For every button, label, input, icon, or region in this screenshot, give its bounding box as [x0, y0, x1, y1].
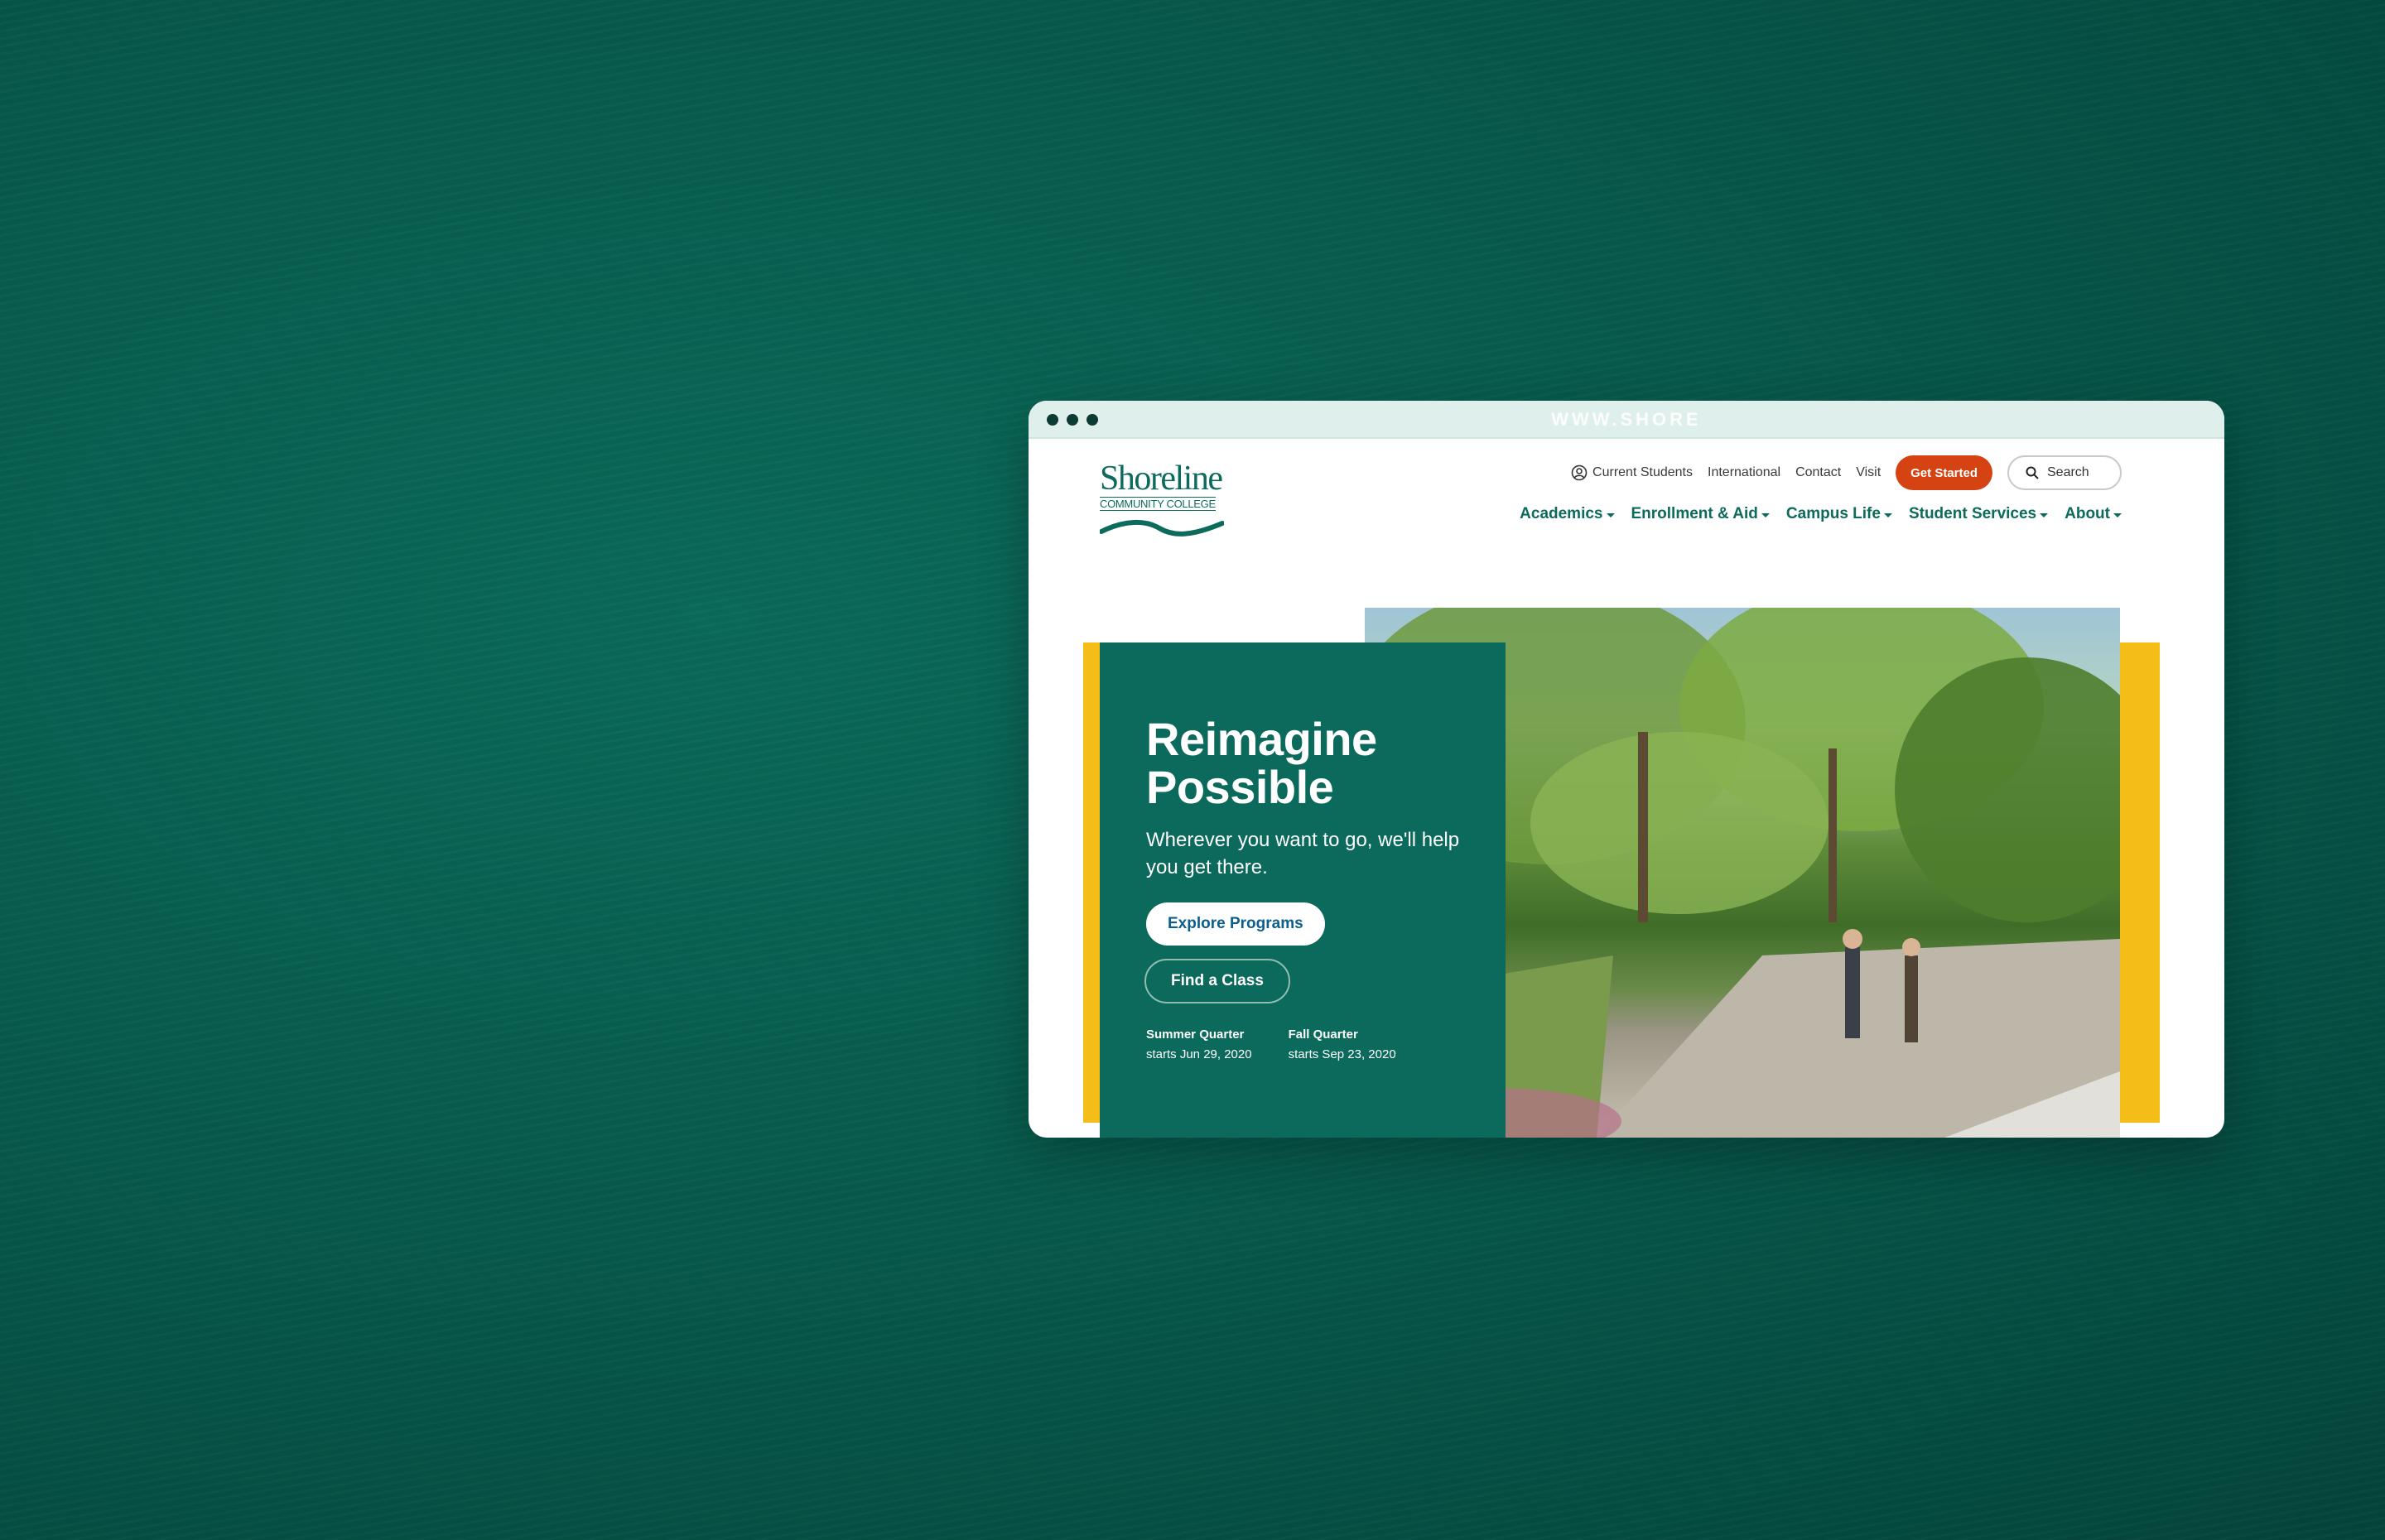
current-students-label: Current Students — [1592, 465, 1693, 479]
international-link[interactable]: International — [1708, 465, 1780, 480]
caret-down-icon — [2113, 513, 2122, 517]
nav-label: Student Services — [1908, 505, 2037, 522]
address-bar-text[interactable]: WWW.SHORE — [1029, 409, 2224, 431]
hero-card: Reimagine Possible Wherever you want to … — [1100, 642, 1506, 1138]
visit-link[interactable]: Visit — [1856, 465, 1881, 480]
explore-programs-button[interactable]: Explore Programs — [1146, 902, 1325, 946]
quarter-name: Fall Quarter — [1288, 1027, 1358, 1042]
caret-down-icon — [1606, 513, 1615, 517]
nav-label: Campus Life — [1785, 505, 1881, 522]
nav-label: Enrollment & Aid — [1631, 505, 1758, 522]
get-started-button[interactable]: Get Started — [1896, 455, 1992, 490]
browser-window: WWW.SHORE Shoreline COMMUNITY COLLEGE Cu… — [1029, 401, 2224, 1138]
search-button[interactable]: Search — [2007, 455, 2122, 490]
caret-down-icon — [2040, 513, 2049, 517]
logo-subtitle: COMMUNITY COLLEGE — [1100, 497, 1216, 511]
nav-label: About — [2065, 505, 2110, 522]
logo-wordmark: Shoreline — [1100, 460, 1223, 498]
browser-toolbar: WWW.SHORE — [1029, 401, 2224, 439]
nav-campus-life[interactable]: Campus Life — [1786, 505, 1892, 523]
nav-enrollment-aid[interactable]: Enrollment & Aid — [1631, 505, 1770, 523]
nav-about[interactable]: About — [2065, 505, 2122, 523]
search-label: Search — [2047, 465, 2089, 479]
quarter-item: Fall Quarter starts Sep 23, 2020 — [1289, 1025, 1396, 1065]
hero-title-line1: Reimagine — [1146, 713, 1377, 765]
main-nav: Academics Enrollment & Aid Campus Life S… — [1520, 505, 2122, 523]
caret-down-icon — [1883, 513, 1892, 517]
nav-academics[interactable]: Academics — [1520, 505, 1615, 523]
website: Shoreline COMMUNITY COLLEGE Current Stud… — [1029, 439, 2224, 1138]
find-a-class-button[interactable]: Find a Class — [1144, 959, 1290, 1003]
caret-down-icon — [1761, 513, 1770, 517]
nav-label: Academics — [1520, 505, 1603, 522]
contact-link[interactable]: Contact — [1795, 465, 1841, 480]
quarter-item: Summer Quarter starts Jun 29, 2020 — [1146, 1025, 1252, 1065]
quarter-dates: Summer Quarter starts Jun 29, 2020 Fall … — [1146, 1025, 1396, 1065]
hero-title: Reimagine Possible — [1146, 715, 1377, 811]
nav-student-services[interactable]: Student Services — [1908, 505, 2049, 523]
quarter-start: starts Sep 23, 2020 — [1288, 1047, 1396, 1061]
user-circle-icon — [1571, 464, 1588, 481]
wave-logo-icon — [1100, 519, 1224, 537]
search-icon — [2026, 466, 2039, 479]
quarter-start: starts Jun 29, 2020 — [1146, 1047, 1252, 1061]
utility-nav: Current Students International Contact V… — [1571, 455, 2122, 490]
current-students-link[interactable]: Current Students — [1571, 464, 1693, 481]
quarter-name: Summer Quarter — [1146, 1027, 1245, 1042]
hero-title-line2: Possible — [1146, 761, 1334, 813]
site-logo[interactable]: Shoreline COMMUNITY COLLEGE — [1100, 460, 1224, 537]
hero-subtitle: Wherever you want to go, we'll help you … — [1146, 829, 1460, 878]
